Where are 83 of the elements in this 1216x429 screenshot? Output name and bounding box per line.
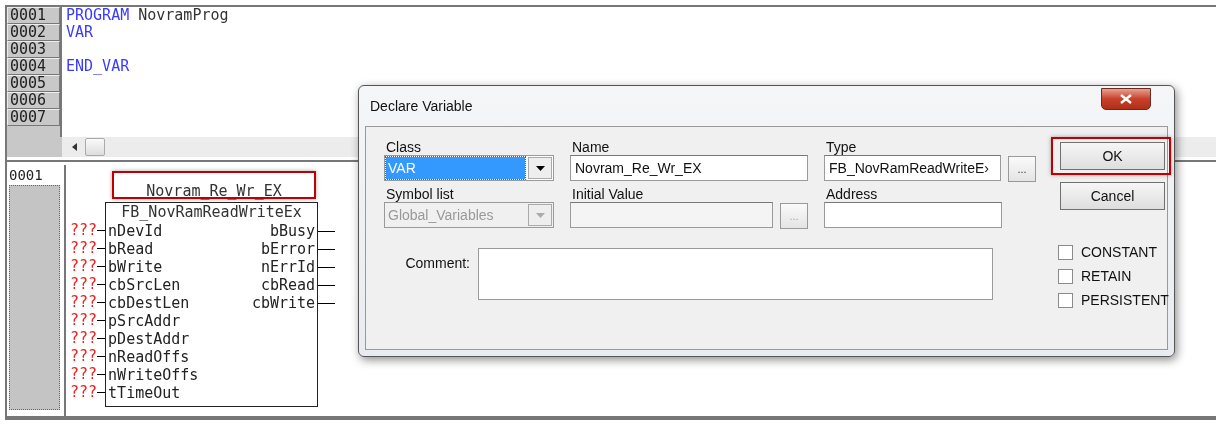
line-number: 0001 bbox=[7, 7, 60, 24]
unassigned-input[interactable]: ??? bbox=[70, 365, 98, 383]
name-field[interactable]: Novram_Re_Wr_EX bbox=[570, 155, 808, 181]
checkbox-label: RETAIN bbox=[1081, 268, 1132, 284]
caret-icon bbox=[535, 212, 545, 218]
pin-line bbox=[318, 302, 336, 304]
class-dropdown[interactable]: VAR bbox=[384, 155, 554, 181]
line-number: 0004 bbox=[7, 58, 60, 75]
unassigned-input[interactable]: ??? bbox=[70, 329, 98, 347]
input-pin: bRead bbox=[108, 240, 154, 258]
pin-line bbox=[97, 301, 106, 303]
checkbox[interactable] bbox=[1058, 268, 1073, 284]
input-pin: pDestAddr bbox=[108, 330, 190, 348]
pin-line bbox=[318, 266, 336, 268]
pin-line bbox=[97, 265, 106, 267]
pin-line bbox=[97, 319, 106, 321]
input-pin: nDevId bbox=[108, 222, 163, 240]
input-pin: cbSrcLen bbox=[108, 276, 181, 294]
unassigned-input[interactable]: ??? bbox=[70, 275, 98, 293]
initial-value-field[interactable] bbox=[570, 202, 773, 228]
checkbox[interactable] bbox=[1058, 292, 1073, 308]
network-number: 0001 bbox=[9, 167, 44, 183]
checkbox-label: CONSTANT bbox=[1081, 244, 1157, 260]
instance-name: Novram_Re_Wr_EX bbox=[112, 171, 316, 199]
browse-button[interactable]: ... bbox=[1008, 156, 1036, 182]
pin-line bbox=[97, 283, 106, 285]
pin-line bbox=[97, 373, 106, 375]
input-pin: nWriteOffs bbox=[108, 366, 199, 384]
input-pin: tTimeOut bbox=[108, 384, 181, 402]
checkbox-label: PERSISTENT bbox=[1081, 292, 1169, 308]
input-pin: cbDestLen bbox=[108, 294, 190, 312]
type-label: Type bbox=[825, 139, 858, 155]
output-pin: nErrId bbox=[260, 258, 316, 276]
comment-label: Comment: bbox=[404, 254, 471, 273]
pin-line bbox=[318, 248, 336, 250]
input-pin: nReadOffs bbox=[108, 348, 190, 366]
pin-line bbox=[97, 247, 106, 249]
pin-line bbox=[97, 337, 106, 339]
scroll-thumb[interactable] bbox=[85, 138, 105, 156]
line-number: 0003 bbox=[7, 41, 60, 58]
block-type: FB_NovRamReadWriteEx bbox=[120, 203, 303, 222]
dialog-button[interactable]: Cancel bbox=[1060, 182, 1165, 210]
code-keyword: END_VAR bbox=[66, 58, 130, 75]
comment-field[interactable] bbox=[478, 248, 993, 300]
close-icon bbox=[1120, 94, 1132, 104]
line-number: 0002 bbox=[7, 24, 60, 41]
unassigned-input[interactable]: ??? bbox=[70, 383, 98, 401]
pin-line bbox=[318, 284, 336, 286]
checkbox[interactable] bbox=[1058, 244, 1073, 260]
code-keyword: VAR bbox=[66, 24, 94, 41]
unassigned-input[interactable]: ??? bbox=[70, 257, 98, 275]
code-keyword: PROGRAM bbox=[66, 7, 130, 24]
close-button[interactable] bbox=[1101, 88, 1151, 110]
unassigned-input[interactable]: ??? bbox=[70, 347, 98, 365]
unassigned-input[interactable]: ??? bbox=[70, 221, 98, 239]
pin-line bbox=[97, 355, 106, 357]
caret-icon bbox=[535, 165, 545, 171]
line-number: 0005 bbox=[7, 75, 60, 92]
line-number: 0007 bbox=[7, 109, 60, 126]
code-identifier: NovramProg bbox=[138, 7, 229, 24]
input-pin: bWrite bbox=[108, 258, 163, 276]
type-field[interactable]: FB_NovRamReadWriteE› bbox=[824, 155, 1001, 181]
pin-line bbox=[318, 230, 336, 232]
pin-line bbox=[97, 229, 106, 231]
name-label: Name bbox=[571, 139, 611, 155]
unassigned-input[interactable]: ??? bbox=[70, 239, 98, 257]
input-pin: pSrcAddr bbox=[108, 312, 181, 330]
line-number: 0006 bbox=[7, 92, 60, 109]
output-pin: bBusy bbox=[269, 222, 316, 240]
address-label: Address bbox=[825, 186, 879, 202]
dialog-button[interactable]: OK bbox=[1060, 142, 1165, 170]
address-field[interactable] bbox=[824, 202, 1002, 228]
pin-line bbox=[97, 391, 106, 393]
initial-value-label: Initial Value bbox=[571, 186, 645, 202]
unassigned-input[interactable]: ??? bbox=[70, 311, 98, 329]
output-pin: bError bbox=[260, 240, 316, 258]
dialog-title: Declare Variable bbox=[369, 98, 473, 114]
class-label: Class bbox=[385, 139, 422, 155]
output-pin: cbRead bbox=[260, 276, 316, 294]
output-pin: cbWrite bbox=[251, 294, 316, 312]
symbol-list-label: Symbol list bbox=[385, 186, 455, 202]
scroll-left-icon[interactable] bbox=[72, 143, 77, 151]
unassigned-input[interactable]: ??? bbox=[70, 293, 98, 311]
